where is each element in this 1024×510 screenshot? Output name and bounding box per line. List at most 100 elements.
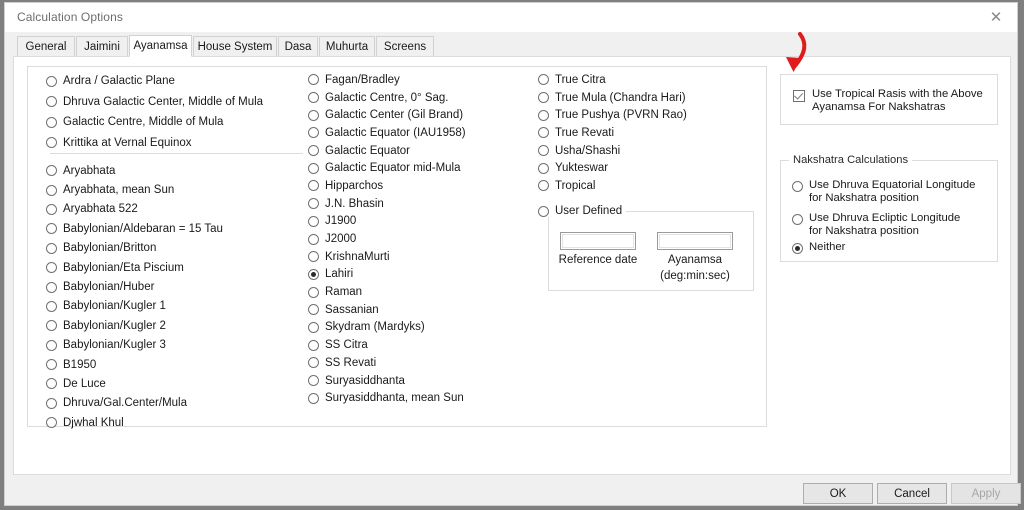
radio-option[interactable]: Babylonian/Eta Piscium: [46, 258, 301, 277]
radio-option[interactable]: True Citra: [538, 71, 758, 89]
radio-option[interactable]: Aryabhata, mean Sun: [46, 180, 301, 199]
nakshatra-option-label-line1: Neither: [809, 241, 846, 253]
radio-option[interactable]: B1950: [46, 355, 301, 374]
radio-option[interactable]: Djwhal Khul: [46, 413, 301, 432]
tropical-rasis-label-line2: Ayanamsa For Nakshatras: [812, 100, 946, 113]
radio-option[interactable]: Galactic Centre, Middle of Mula: [46, 112, 301, 133]
nakshatra-option[interactable]: Use Dhruva Equatorial Longitude for Naksh…: [792, 179, 975, 204]
radio-option-label: Babylonian/Kugler 2: [63, 319, 166, 332]
tropical-rasis-label-line1: Use Tropical Rasis with the Above: [812, 88, 983, 100]
radio-icon: [46, 397, 57, 409]
ayanamsa-value-input[interactable]: [657, 232, 733, 250]
radio-option-label: Aryabhata 522: [63, 203, 138, 216]
radio-option[interactable]: Sassanian: [308, 301, 533, 319]
radio-icon: [308, 109, 319, 121]
radio-option[interactable]: Dhruva Galactic Center, Middle of Mula: [46, 92, 301, 113]
radio-icon: [46, 116, 57, 128]
ayanamsa-column-1-top-group: Ardra / Galactic Plane Dhruva Galactic Ce…: [46, 71, 301, 153]
reference-date-input-inner: [562, 234, 634, 248]
radio-option[interactable]: Lahiri: [308, 266, 533, 284]
radio-icon: [308, 198, 319, 210]
radio-icon: [538, 205, 549, 217]
radio-option[interactable]: KrishnaMurti: [308, 248, 533, 266]
radio-option-label: J1900: [325, 215, 357, 228]
radio-option[interactable]: Babylonian/Britton: [46, 239, 301, 258]
radio-icon: [46, 242, 57, 254]
radio-icon: [308, 304, 319, 316]
tab-label: General: [25, 40, 67, 53]
user-defined-radio[interactable]: User Defined: [538, 205, 627, 217]
radio-option[interactable]: J2000: [308, 230, 533, 248]
radio-option[interactable]: True Pushya (PVRN Rao): [538, 106, 758, 124]
radio-option-label: Aryabhata, mean Sun: [63, 184, 175, 197]
nakshatra-option[interactable]: Use Dhruva Ecliptic Longitude for Nakshat…: [792, 212, 960, 237]
close-icon[interactable]: ✕: [975, 3, 1017, 31]
radio-option[interactable]: Galactic Equator: [308, 142, 533, 160]
radio-icon: [308, 321, 319, 333]
tab-jaimini[interactable]: Jaimini: [76, 36, 128, 56]
radio-icon: [46, 320, 57, 332]
tropical-rasis-checkbox[interactable]: Use Tropical Rasis with the Above Ayanam…: [793, 88, 983, 113]
radio-option[interactable]: Babylonian/Aldebaran = 15 Tau: [46, 219, 301, 238]
radio-icon: [308, 286, 319, 298]
radio-option[interactable]: Galactic Centre, 0° Sag.: [308, 89, 533, 107]
nakshatra-calculations-caption: Nakshatra Calculations: [789, 154, 913, 166]
cancel-button[interactable]: Cancel: [877, 483, 947, 504]
radio-option[interactable]: Krittika at Vernal Equinox: [46, 133, 301, 154]
tab-muhurta[interactable]: Muhurta: [319, 36, 375, 56]
radio-option[interactable]: Aryabhata 522: [46, 200, 301, 219]
radio-option[interactable]: SS Revati: [308, 354, 533, 372]
column-1-separator: [50, 153, 303, 154]
radio-option[interactable]: Galactic Equator (IAU1958): [308, 124, 533, 142]
radio-icon: [46, 137, 57, 149]
radio-option[interactable]: Babylonian/Huber: [46, 277, 301, 296]
radio-option[interactable]: Fagan/Bradley: [308, 71, 533, 89]
radio-option[interactable]: Hipparchos: [308, 177, 533, 195]
radio-option[interactable]: Skydram (Mardyks): [308, 319, 533, 337]
radio-option[interactable]: De Luce: [46, 374, 301, 393]
radio-option-label: Babylonian/Huber: [63, 281, 155, 294]
radio-option-label: SS Revati: [325, 356, 377, 369]
radio-icon: [46, 165, 57, 177]
radio-option[interactable]: True Revati: [538, 124, 758, 142]
reference-date-input[interactable]: [560, 232, 636, 250]
radio-option[interactable]: J.N. Bhasin: [308, 195, 533, 213]
radio-option[interactable]: Suryasiddhanta: [308, 372, 533, 390]
radio-option[interactable]: Babylonian/Kugler 2: [46, 316, 301, 335]
radio-option[interactable]: Babylonian/Kugler 1: [46, 297, 301, 316]
nakshatra-option[interactable]: Neither: [792, 241, 845, 254]
radio-option-label: Babylonian/Eta Piscium: [63, 261, 184, 274]
radio-icon: [308, 74, 319, 86]
radio-option[interactable]: Galactic Center (Gil Brand): [308, 106, 533, 124]
tab-general[interactable]: General: [17, 36, 75, 56]
radio-option[interactable]: Usha/Shashi: [538, 142, 758, 160]
radio-option[interactable]: Babylonian/Kugler 3: [46, 336, 301, 355]
radio-icon: [46, 184, 57, 196]
tab-house-system[interactable]: House System: [193, 36, 277, 56]
radio-option[interactable]: Ardra / Galactic Plane: [46, 71, 301, 92]
radio-icon: [46, 378, 57, 390]
radio-icon: [308, 251, 319, 263]
radio-option-label: Suryasiddhanta: [325, 374, 405, 387]
radio-option[interactable]: Dhruva/Gal.Center/Mula: [46, 394, 301, 413]
radio-option-label: Suryasiddhanta, mean Sun: [325, 392, 464, 405]
radio-option-label: Babylonian/Aldebaran = 15 Tau: [63, 222, 223, 235]
radio-option[interactable]: SS Citra: [308, 336, 533, 354]
apply-button: Apply: [951, 483, 1021, 504]
radio-option[interactable]: J1900: [308, 213, 533, 231]
radio-option[interactable]: Tropical: [538, 177, 758, 195]
tab-ayanamsa[interactable]: Ayanamsa: [129, 35, 192, 57]
radio-option[interactable]: Galactic Equator mid-Mula: [308, 159, 533, 177]
ok-button[interactable]: OK: [803, 483, 873, 504]
radio-option[interactable]: Yukteswar: [538, 159, 758, 177]
tropical-rasis-label: Use Tropical Rasis with the Above Ayanam…: [812, 88, 983, 113]
radio-option[interactable]: Raman: [308, 283, 533, 301]
tab-dasa[interactable]: Dasa: [278, 36, 318, 56]
radio-option[interactable]: Suryasiddhanta, mean Sun: [308, 389, 533, 407]
radio-icon: [46, 359, 57, 371]
nakshatra-calculations-group: Nakshatra Calculations Use Dhruva Equato…: [780, 154, 998, 262]
radio-option[interactable]: Aryabhata: [46, 161, 301, 180]
tab-screens[interactable]: Screens: [376, 36, 434, 56]
radio-icon: [792, 181, 803, 192]
radio-option[interactable]: True Mula (Chandra Hari): [538, 89, 758, 107]
